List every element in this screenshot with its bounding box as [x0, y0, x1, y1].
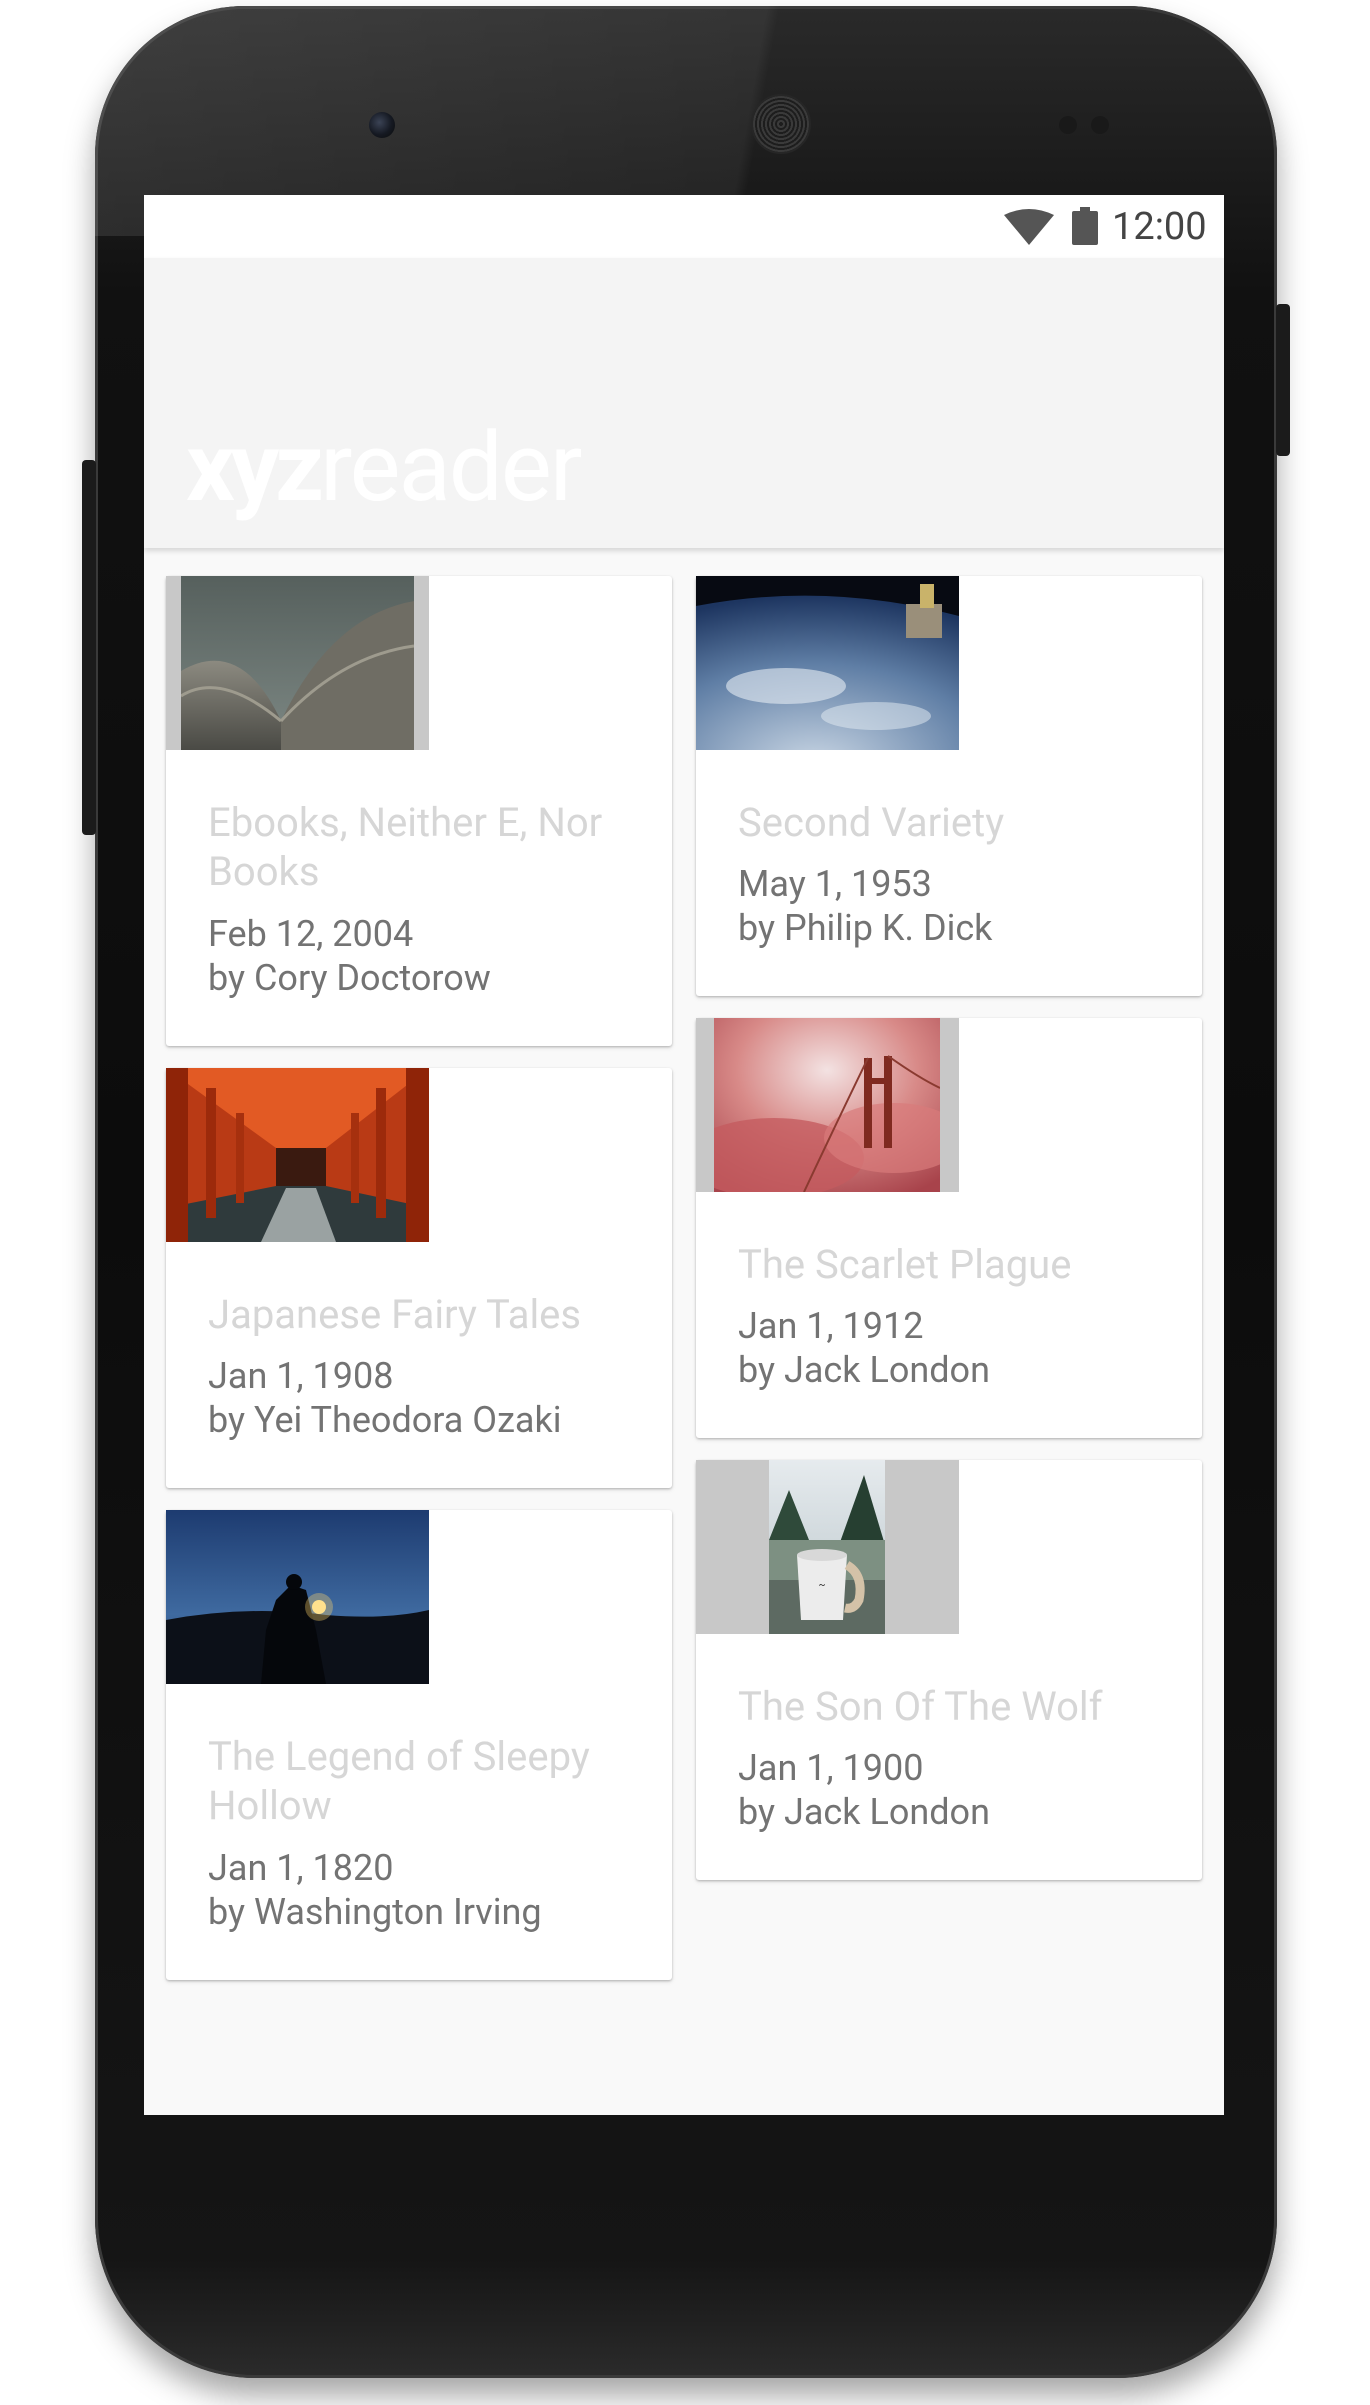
article-thumbnail	[696, 1018, 959, 1192]
article-title: Second Variety	[738, 799, 1005, 846]
article-author: by Jack London	[738, 1349, 990, 1391]
bridge-in-fog-photo-icon	[714, 1018, 940, 1192]
article-author: by Jack London	[738, 1791, 990, 1833]
article-author: by Philip K. Dick	[738, 907, 993, 949]
article-date: Jan 1, 1820	[208, 1847, 394, 1889]
article-title: The Legend of Sleepy Hollow	[208, 1733, 590, 1829]
article-author: by Washington Irving	[208, 1891, 542, 1933]
article-date: Feb 12, 2004	[208, 913, 414, 955]
logo-light-text: reader	[320, 412, 582, 524]
article-title: The Scarlet Plague	[738, 1241, 1072, 1288]
article-date: Jan 1, 1900	[738, 1747, 924, 1789]
camp-mug-photo-icon: ~	[769, 1460, 885, 1634]
screen: 12:00 xyzreader Ebooks, Neither E, Nor B…	[144, 195, 1224, 2115]
article-card[interactable]: Japanese Fairy Tales Jan 1, 1908 by Yei …	[166, 1068, 672, 1488]
front-camera-icon	[369, 112, 395, 138]
article-date: Jan 1, 1912	[738, 1305, 924, 1347]
article-title: Japanese Fairy Tales	[208, 1291, 582, 1338]
proximity-sensor-icon	[1059, 116, 1077, 134]
earpiece-speaker-icon	[751, 94, 811, 154]
article-thumbnail	[696, 576, 959, 750]
svg-text:~: ~	[819, 1580, 826, 1591]
volume-button[interactable]	[82, 460, 96, 835]
light-sensor-icon	[1091, 116, 1109, 134]
article-thumbnail	[166, 576, 429, 750]
article-thumbnail: ~	[696, 1460, 959, 1634]
article-card[interactable]: Second Variety May 1, 1953 by Philip K. …	[696, 576, 1202, 996]
article-title: Ebooks, Neither E, Nor Books	[208, 799, 603, 895]
article-card[interactable]: Ebooks, Neither E, Nor Books Feb 12, 200…	[166, 576, 672, 1046]
battery-icon	[1072, 207, 1098, 245]
article-date: Jan 1, 1908	[208, 1355, 394, 1397]
lantern-silhouette-photo-icon	[166, 1510, 429, 1684]
article-card[interactable]: The Legend of Sleepy Hollow Jan 1, 1820 …	[166, 1510, 672, 1980]
earth-from-space-photo-icon	[696, 576, 959, 750]
status-clock: 12:00	[1112, 205, 1207, 249]
article-date: May 1, 1953	[738, 863, 932, 905]
article-author: by Cory Doctorow	[208, 957, 491, 999]
app-logo: xyzreader	[186, 412, 582, 524]
article-title: The Son Of The Wolf	[738, 1683, 1103, 1730]
power-button[interactable]	[1276, 304, 1290, 456]
app-toolbar: xyzreader	[144, 258, 1224, 548]
logo-bold-text: xyz	[186, 412, 324, 524]
article-thumbnail	[166, 1510, 429, 1684]
torii-gates-photo-icon	[166, 1068, 429, 1242]
wifi-icon	[1004, 209, 1054, 245]
article-card[interactable]: The Scarlet Plague Jan 1, 1912 by Jack L…	[696, 1018, 1202, 1438]
dome-roof-photo-icon	[181, 576, 414, 750]
article-thumbnail	[166, 1068, 429, 1242]
status-bar: 12:00	[144, 195, 1224, 258]
article-card[interactable]: ~ The Son Of The Wolf Jan 1, 1900 by Jac…	[696, 1460, 1202, 1880]
article-author: by Yei Theodora Ozaki	[208, 1399, 562, 1441]
